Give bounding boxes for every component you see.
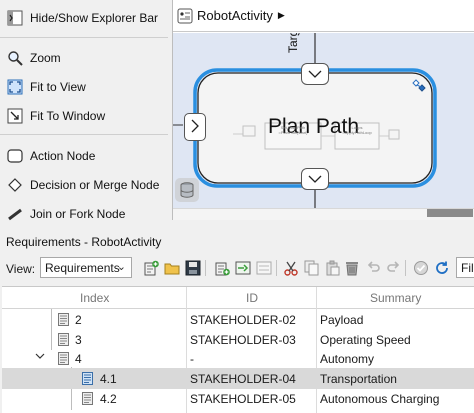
row-id: STAKEHOLDER-03	[190, 333, 296, 347]
save-icon[interactable]	[184, 259, 202, 277]
paste-icon[interactable]	[324, 259, 342, 277]
toolbar-divider	[205, 260, 206, 276]
join-fork-node-icon	[0, 206, 30, 222]
row-summary: Payload	[320, 313, 364, 327]
left-port-button[interactable]	[184, 113, 206, 141]
row-summary: Autonomous Charging	[320, 392, 440, 406]
view-label: View:	[6, 262, 36, 276]
scrollbar-thumb[interactable]	[427, 209, 473, 217]
top-port-collapse-button[interactable]	[301, 63, 329, 85]
diagram-editor: RobotActivity ▶ Plan Path Targ Set Plan …	[172, 0, 474, 220]
row-summary: Transportation	[320, 372, 397, 386]
row-index: 3	[75, 333, 82, 347]
palette-divider	[0, 37, 168, 38]
redo-icon[interactable]	[385, 259, 403, 277]
toolbar-divider	[276, 260, 277, 276]
chevron-right-icon	[191, 119, 199, 136]
database-icon[interactable]	[175, 178, 199, 202]
row-id: STAKEHOLDER-02	[190, 313, 296, 327]
explorer-bar-icon	[0, 10, 30, 26]
hide-show-explorer-bar-label: Hide/Show Explorer Bar	[30, 11, 159, 25]
tool-palette: Hide/Show Explorer Bar Zoom Fit to View …	[0, 0, 172, 232]
delete-row-icon[interactable]	[255, 259, 273, 277]
row-index: 4	[75, 352, 82, 366]
bottom-port-expand-button[interactable]	[301, 168, 329, 190]
trash-icon[interactable]	[343, 259, 361, 277]
add-requirement-icon[interactable]	[142, 259, 160, 277]
row-id: STAKEHOLDER-04	[190, 372, 296, 386]
add-child-requirement-icon[interactable]	[213, 259, 231, 277]
row-id: STAKEHOLDER-05	[190, 392, 296, 406]
open-folder-icon[interactable]	[163, 259, 181, 277]
action-node-label: Action Node	[30, 149, 96, 163]
diagram-canvas[interactable]: Plan Path Targ Set Plan Path =PlanPath(s…	[173, 33, 474, 208]
copy-icon[interactable]	[303, 259, 321, 277]
toolbar-divider	[405, 260, 406, 276]
decision-or-merge-node-button[interactable]: Decision or Merge Node	[0, 171, 172, 199]
undo-icon[interactable]	[364, 259, 382, 277]
filter-input[interactable]: Fil	[456, 257, 474, 278]
row-summary: Operating Speed	[320, 333, 411, 347]
cut-icon[interactable]	[282, 259, 300, 277]
fit-to-window-button[interactable]: Fit To Window	[0, 102, 172, 130]
view-dropdown[interactable]: Requirements ⌄	[40, 257, 132, 278]
top-port-label: Targ	[286, 33, 300, 53]
table-row[interactable]: 3 STAKEHOLDER-03 Operating Speed	[2, 329, 474, 350]
requirement-icon	[58, 352, 69, 365]
fit-to-view-button[interactable]: Fit to View	[0, 73, 172, 101]
collapse-icon[interactable]	[35, 352, 45, 363]
zoom-label: Zoom	[30, 51, 61, 65]
join-or-fork-node-label: Join or Fork Node	[30, 207, 126, 221]
table-row[interactable]: 2 STAKEHOLDER-02 Payload	[2, 309, 474, 330]
column-header-summary[interactable]: Summary	[370, 291, 421, 305]
requirement-icon	[58, 313, 69, 326]
zoom-icon	[0, 50, 30, 66]
table-row[interactable]: 4.1 STAKEHOLDER-04 Transportation	[2, 368, 474, 389]
row-index: 4.1	[100, 372, 117, 386]
requirements-table: Index ID Summary 2 STAKEHOLDER-02 Payloa…	[2, 286, 474, 413]
inner-block-set-plan-path: Set Plan Path =PlanPath(start)	[278, 125, 308, 135]
table-header: Index ID Summary	[2, 287, 474, 309]
zoom-button[interactable]: Zoom	[0, 44, 172, 72]
row-id: -	[190, 352, 194, 366]
chevron-down-icon	[308, 67, 322, 81]
action-node-icon	[0, 149, 30, 163]
table-row[interactable]: 4 - Autonomy	[2, 348, 474, 369]
inner-block-loops: Loops =ApplyPathLoop	[342, 125, 372, 135]
breadcrumb-arrow-icon[interactable]: ▶	[278, 10, 285, 21]
join-or-fork-node-button[interactable]: Join or Fork Node	[0, 200, 172, 228]
validate-icon[interactable]	[412, 259, 430, 277]
decision-or-merge-node-label: Decision or Merge Node	[30, 178, 160, 192]
view-dropdown-value: Requirements	[45, 261, 120, 275]
activity-icon	[177, 8, 193, 24]
chevron-down-icon	[308, 172, 322, 186]
fit-to-view-icon	[0, 79, 30, 95]
fit-to-window-label: Fit To Window	[30, 109, 106, 123]
requirement-icon	[82, 392, 93, 405]
action-node-button[interactable]: Action Node	[0, 142, 172, 170]
requirement-icon	[58, 333, 69, 346]
palette-divider	[0, 134, 168, 135]
column-header-index[interactable]: Index	[80, 291, 109, 305]
chevron-down-icon: ⌄	[116, 261, 126, 273]
breadcrumb: RobotActivity ▶	[173, 0, 474, 32]
row-index: 4.2	[100, 392, 117, 406]
filter-input-text: Fil	[461, 261, 474, 275]
requirements-panel-title: Requirements - RobotActivity	[6, 235, 162, 249]
requirement-icon	[82, 372, 93, 385]
row-summary: Autonomy	[320, 352, 375, 366]
fit-to-window-icon	[0, 108, 30, 124]
hide-show-explorer-bar-button[interactable]: Hide/Show Explorer Bar	[0, 4, 172, 32]
refresh-icon[interactable]	[433, 259, 451, 277]
row-index: 2	[75, 313, 82, 327]
table-row[interactable]: 4.2 STAKEHOLDER-05 Autonomous Charging	[2, 388, 474, 409]
breadcrumb-activity[interactable]: RobotActivity	[197, 8, 273, 23]
add-link-icon[interactable]	[234, 259, 252, 277]
horizontal-scrollbar[interactable]	[173, 208, 474, 220]
fit-to-view-label: Fit to View	[30, 80, 86, 94]
column-header-id[interactable]: ID	[246, 291, 258, 305]
requirements-toolbar: View: Requirements ⌄ Fil	[0, 254, 474, 282]
activity-badge-icon	[412, 79, 426, 96]
decision-node-icon	[0, 177, 30, 193]
